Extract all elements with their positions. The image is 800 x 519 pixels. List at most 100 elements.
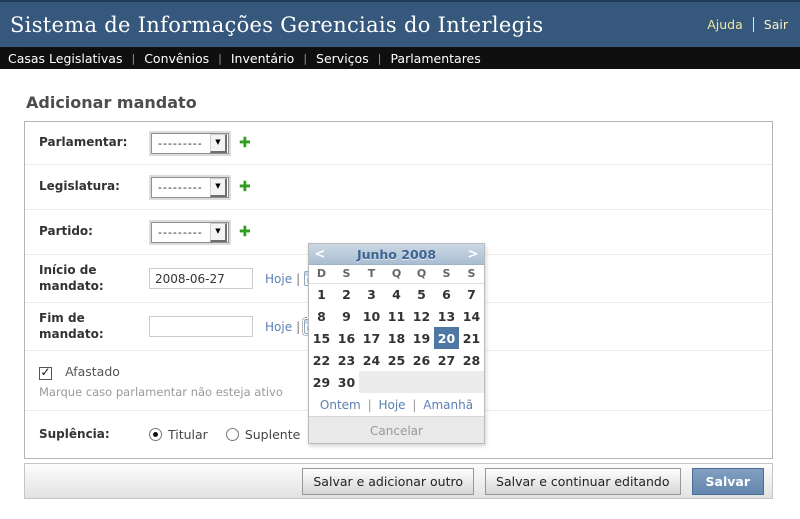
weekday-header: S (434, 265, 459, 283)
calendar-day[interactable]: 30 (334, 371, 359, 393)
chevron-down-icon: ▼ (210, 178, 227, 197)
calendar-day[interactable]: 5 (409, 283, 434, 305)
titular-radio-label[interactable]: Titular (168, 427, 208, 442)
calendar-quick-links: Ontem | Hoje | Amanhã (309, 393, 484, 416)
calendar-day[interactable]: 27 (434, 349, 459, 371)
inicio-separator: | (296, 272, 300, 286)
main-nav: Casas Legislativas | Convênios | Inventá… (0, 47, 800, 69)
nav-parlamentares[interactable]: Parlamentares (390, 51, 480, 66)
calendar-day[interactable]: 29 (309, 371, 334, 393)
calendar-day[interactable]: 28 (459, 349, 484, 371)
nav-inventario[interactable]: Inventário (231, 51, 294, 66)
weekday-header: S (459, 265, 484, 283)
titular-radio[interactable] (149, 428, 162, 441)
calendar-day[interactable]: 18 (384, 327, 409, 349)
calendar-day[interactable]: 21 (459, 327, 484, 349)
add-parlamentar-button[interactable]: ✚ (239, 136, 251, 150)
calendar-day[interactable]: 14 (459, 305, 484, 327)
header-separator (753, 17, 754, 32)
calendar-day[interactable]: 2 (334, 283, 359, 305)
calendar-next-button[interactable]: > (462, 244, 484, 265)
suplente-radio-label[interactable]: Suplente (245, 427, 300, 442)
calendar-day[interactable]: 10 (359, 305, 384, 327)
calendar-day[interactable]: 24 (359, 349, 384, 371)
calendar-day[interactable]: 6 (434, 283, 459, 305)
suplente-radio[interactable] (226, 428, 239, 441)
nav-convenios[interactable]: Convênios (144, 51, 209, 66)
add-legislatura-button[interactable]: ✚ (239, 180, 251, 194)
nav-servicos[interactable]: Serviços (316, 51, 369, 66)
calendar-day[interactable]: 16 (334, 327, 359, 349)
calendar-day[interactable]: 19 (409, 327, 434, 349)
calendar-day[interactable]: 8 (309, 305, 334, 327)
parlamentar-row: Parlamentar: --------- ▼ ✚ (25, 122, 772, 164)
calendar-today-link[interactable]: Hoje (378, 398, 405, 412)
partido-label: Partido: (39, 224, 149, 240)
calendar-day[interactable]: 12 (409, 305, 434, 327)
help-link[interactable]: Ajuda (707, 17, 743, 32)
weekday-header: S (334, 265, 359, 283)
nav-casas-legislativas[interactable]: Casas Legislativas (8, 51, 122, 66)
nav-separator: | (378, 52, 382, 65)
legislatura-label: Legislatura: (39, 179, 149, 195)
calendar-day[interactable]: 15 (309, 327, 334, 349)
calendar-day[interactable]: 22 (309, 349, 334, 371)
header-links: Ajuda Sair (707, 17, 788, 32)
calendar-day[interactable]: 23 (334, 349, 359, 371)
logout-link[interactable]: Sair (764, 17, 788, 32)
app-header: Sistema de Informações Gerenciais do Int… (0, 0, 800, 47)
calendar-popup: < Junho 2008 > D S T Q Q S S 1 2 3 4 5 6 (308, 243, 485, 444)
calendar-prev-button[interactable]: < (309, 244, 331, 265)
weekday-header: D (309, 265, 334, 283)
calendar-grid: D S T Q Q S S 1 2 3 4 5 6 7 8 9 10 (309, 265, 484, 393)
calendar-day[interactable]: 25 (384, 349, 409, 371)
calendar-day[interactable]: 26 (409, 349, 434, 371)
parlamentar-select-value: --------- (152, 137, 210, 150)
calendar-empty-cell (409, 371, 434, 393)
calendar-day[interactable]: 1 (309, 283, 334, 305)
inicio-hoje-link[interactable]: Hoje (265, 272, 292, 286)
partido-select-value: --------- (152, 226, 210, 239)
partido-select[interactable]: --------- ▼ (149, 220, 231, 245)
calendar-yesterday-link[interactable]: Ontem (320, 398, 361, 412)
calendar-day[interactable]: 17 (359, 327, 384, 349)
calendar-tomorrow-link[interactable]: Amanhã (423, 398, 473, 412)
submit-row: Salvar e adicionar outro Salvar e contin… (24, 463, 773, 499)
parlamentar-label: Parlamentar: (39, 135, 149, 151)
nav-separator: | (303, 52, 307, 65)
calendar-day[interactable]: 7 (459, 283, 484, 305)
calendar-empty-cell (359, 371, 384, 393)
legislatura-select[interactable]: --------- ▼ (149, 175, 231, 200)
calendar-day-selected[interactable]: 20 (434, 327, 459, 349)
weekday-header: Q (409, 265, 434, 283)
calendar-month-title: Junho 2008 (331, 247, 462, 262)
nav-separator: | (131, 52, 135, 65)
calendar-cancel-button[interactable]: Cancelar (370, 424, 423, 438)
calendar-links-separator: | (368, 398, 372, 412)
calendar-empty-cell (459, 371, 484, 393)
add-partido-button[interactable]: ✚ (239, 225, 251, 239)
save-continue-editing-button[interactable]: Salvar e continuar editando (485, 468, 681, 495)
afastado-label[interactable]: Afastado (65, 364, 120, 379)
afastado-checkbox[interactable]: ✓ (39, 367, 52, 380)
suplencia-label: Suplência: (39, 427, 149, 443)
calendar-day[interactable]: 4 (384, 283, 409, 305)
calendar-links-separator: | (412, 398, 416, 412)
calendar-header: < Junho 2008 > (309, 244, 484, 265)
calendar-day[interactable]: 13 (434, 305, 459, 327)
fim-hoje-link[interactable]: Hoje (265, 320, 292, 334)
app-title: Sistema de Informações Gerenciais do Int… (10, 13, 543, 37)
inicio-mandato-input[interactable] (149, 268, 253, 289)
chevron-down-icon: ▼ (210, 223, 227, 242)
calendar-day[interactable]: 11 (384, 305, 409, 327)
calendar-day[interactable]: 3 (359, 283, 384, 305)
fim-mandato-input[interactable] (149, 316, 253, 337)
legislatura-row: Legislatura: --------- ▼ ✚ (25, 164, 772, 209)
calendar-day[interactable]: 9 (334, 305, 359, 327)
inicio-mandato-label: Início de mandato: (39, 263, 149, 294)
save-button[interactable]: Salvar (692, 468, 764, 495)
calendar-cancel-bar: Cancelar (309, 416, 484, 443)
weekday-header: Q (384, 265, 409, 283)
parlamentar-select[interactable]: --------- ▼ (149, 131, 231, 156)
save-add-another-button[interactable]: Salvar e adicionar outro (302, 468, 474, 495)
